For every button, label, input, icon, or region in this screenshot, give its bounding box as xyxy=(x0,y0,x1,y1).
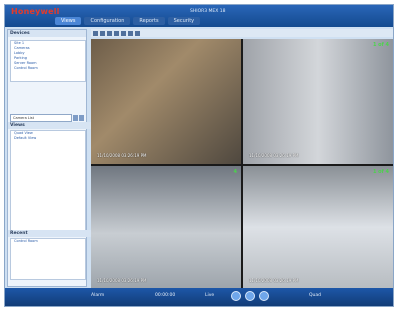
search-icon[interactable] xyxy=(73,115,78,121)
video-timestamp: 11/10/2008 03:26:19 PM xyxy=(97,153,147,158)
export-icon[interactable] xyxy=(135,30,140,36)
brand-logo: Honeywell xyxy=(11,7,60,16)
bottom-control-bar: Alarm 00:00:00 Live Quad xyxy=(5,288,393,306)
video-timestamp: 11/10/2008 03:26:19 PM xyxy=(97,278,147,283)
layout-4-icon[interactable] xyxy=(100,30,105,36)
app-window: Honeywell SHIOR3 MEX 18 Views Configurat… xyxy=(4,4,394,307)
tab-reports[interactable]: Reports xyxy=(133,17,165,25)
devices-panel-title: Devices xyxy=(8,30,86,37)
window-title: SHIOR3 MEX 18 xyxy=(190,9,226,14)
recent-list[interactable]: Control Room xyxy=(10,238,86,280)
tab-views[interactable]: Views xyxy=(55,17,82,25)
camera-id: 4 xyxy=(233,169,237,175)
left-sidebar: Devices Site 1 Cameras Lobby Parking Ser… xyxy=(7,29,92,287)
layout-1-icon[interactable] xyxy=(93,30,98,36)
camera-id: 1 of 4 xyxy=(372,169,389,175)
record-icon[interactable] xyxy=(128,30,133,36)
bottom-mode-label: Live xyxy=(205,293,215,298)
video-tile[interactable]: 4 11/10/2008 03:26:19 PM xyxy=(91,166,241,289)
layout-16-icon[interactable] xyxy=(114,30,119,36)
video-toolbar xyxy=(91,29,393,37)
recent-item[interactable]: Control Room xyxy=(11,239,85,244)
views-panel-title: Views xyxy=(8,122,92,129)
recent-panel-title: Recent xyxy=(8,230,92,237)
view-item[interactable]: Default View xyxy=(11,136,85,141)
tree-item[interactable]: Control Room xyxy=(11,66,85,71)
tab-configuration[interactable]: Configuration xyxy=(84,17,131,25)
camera-search-row: Camera List xyxy=(10,114,84,122)
video-tile[interactable]: 1 of 4 11/10/2008 03:26:19 PM xyxy=(243,166,393,289)
play-icon[interactable] xyxy=(245,291,255,301)
bottom-time-label: 00:00:00 xyxy=(155,293,176,298)
top-bar: Honeywell SHIOR3 MEX 18 Views Configurat… xyxy=(5,5,393,27)
next-icon[interactable] xyxy=(259,291,269,301)
bottom-layout-label: Quad xyxy=(309,293,322,298)
video-timestamp: 11/10/2008 03:26:19 PM xyxy=(249,153,299,158)
camera-search-input[interactable]: Camera List xyxy=(10,114,72,122)
bottom-left-label: Alarm xyxy=(91,293,105,298)
previous-icon[interactable] xyxy=(231,291,241,301)
video-tile[interactable]: 1 of 4 11/10/2008 03:26:19 PM xyxy=(243,39,393,164)
filter-icon[interactable] xyxy=(79,115,84,121)
video-tile[interactable]: 11/10/2008 03:26:19 PM xyxy=(91,39,241,164)
camera-id: 1 of 4 xyxy=(372,42,389,48)
video-grid[interactable]: 11/10/2008 03:26:19 PM 1 of 4 11/10/2008… xyxy=(91,39,393,289)
views-list[interactable]: Quad View Default View xyxy=(10,130,86,232)
snapshot-icon[interactable] xyxy=(121,30,126,36)
video-timestamp: 11/10/2008 03:26:19 PM xyxy=(249,278,299,283)
device-tree[interactable]: Site 1 Cameras Lobby Parking Server Room… xyxy=(10,40,86,82)
layout-9-icon[interactable] xyxy=(107,30,112,36)
tab-security[interactable]: Security xyxy=(167,17,201,25)
main-tabs: Views Configuration Reports Security xyxy=(55,17,201,25)
